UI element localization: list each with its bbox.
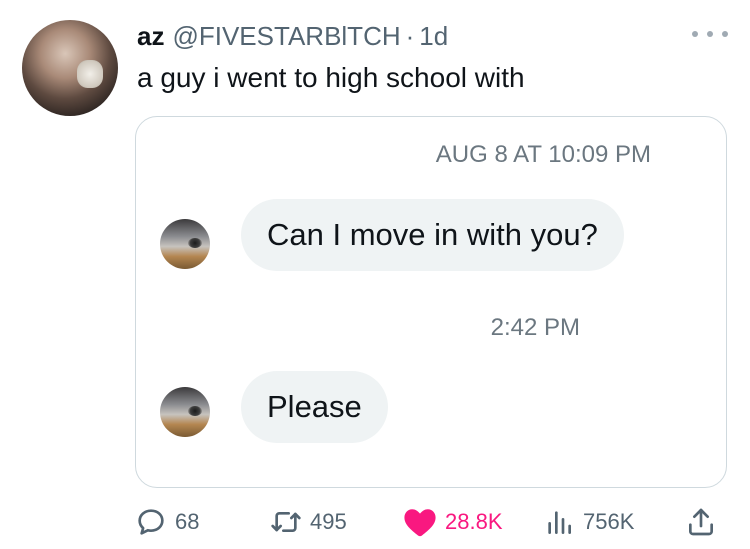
share-icon: [689, 508, 713, 536]
reply-count: 68: [175, 509, 200, 534]
separator-dot: ·: [405, 20, 415, 51]
views-icon: [548, 511, 571, 534]
reply-button[interactable]: 68: [135, 502, 199, 542]
reply-icon: [138, 509, 164, 535]
retweet-count: 495: [310, 509, 347, 534]
tweet-text: a guy i went to high school with: [137, 62, 525, 93]
sender-avatar: [160, 219, 210, 269]
embedded-image-conversation[interactable]: AUG 8 AT 10:09 PM Can I move in with you…: [135, 116, 727, 488]
sender-avatar: [160, 387, 210, 437]
views-count: 756K: [583, 509, 635, 534]
heart-icon: [404, 509, 436, 537]
retweet-button[interactable]: 495: [270, 502, 347, 542]
message-bubble: Can I move in with you?: [241, 199, 624, 271]
tweet-time[interactable]: 1d: [419, 21, 448, 52]
user-handle[interactable]: @FIVESTARBlTCH: [172, 21, 400, 52]
tweet-actions: 68 495 28.8K 756K: [135, 502, 725, 542]
message-timestamp: 2:42 PM: [490, 314, 580, 341]
share-button[interactable]: [685, 502, 717, 542]
message-timestamp: AUG 8 AT 10:09 PM: [435, 141, 651, 168]
retweet-icon: [271, 512, 301, 532]
more-dot: [692, 31, 698, 37]
more-dot: [707, 31, 713, 37]
more-dot: [722, 31, 728, 37]
author-avatar[interactable]: [22, 20, 118, 116]
like-button[interactable]: 28.8K: [403, 502, 503, 542]
views-button[interactable]: 756K: [543, 502, 634, 542]
tweet-header: az @FIVESTARBlTCH · 1d: [137, 16, 448, 56]
display-name[interactable]: az: [137, 21, 164, 52]
message-bubble: Please: [241, 371, 388, 443]
more-options-icon[interactable]: [692, 22, 728, 46]
like-count: 28.8K: [445, 509, 503, 534]
